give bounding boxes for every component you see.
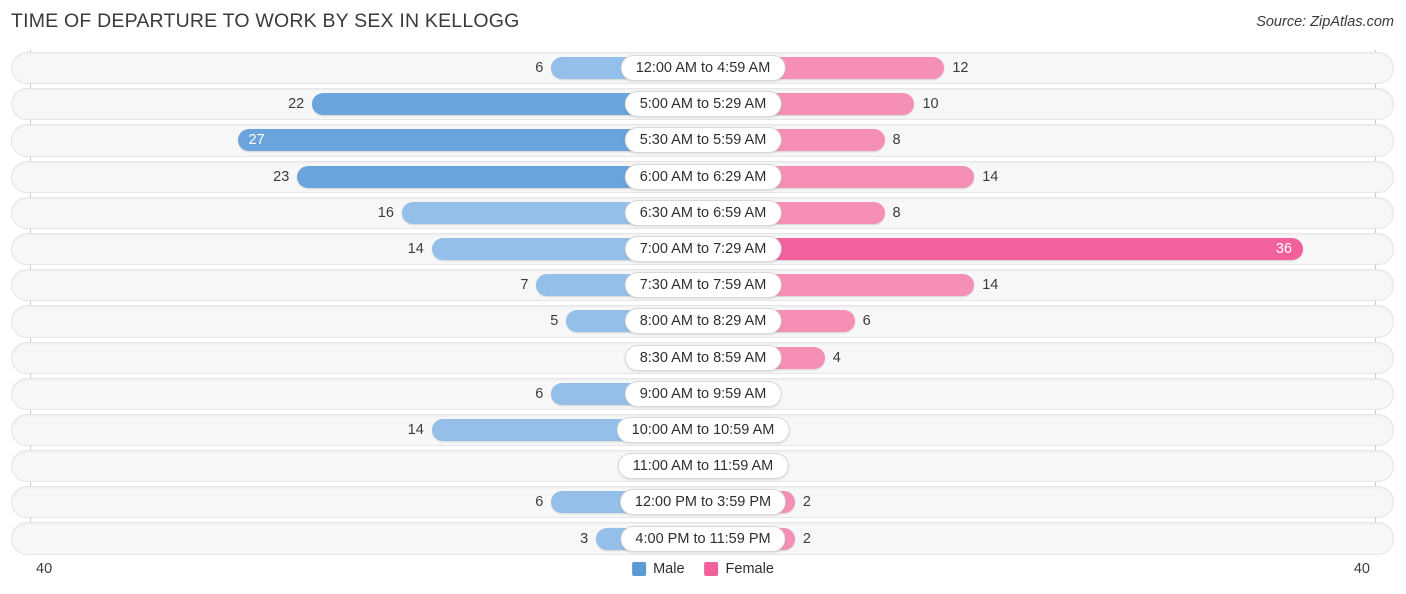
male-bar-wrap: 14	[0, 412, 703, 448]
chart-row[interactable]: 7 14 7:30 AM to 7:59 AM	[0, 267, 1406, 303]
female-value-label: 10	[922, 96, 939, 113]
male-value-label: 6	[535, 385, 544, 402]
male-value-label: 7	[520, 277, 529, 294]
chart-row[interactable]: 16 8 6:30 AM to 6:59 AM	[0, 195, 1406, 231]
category-label: 6:30 AM to 6:59 AM	[624, 199, 782, 226]
male-bar-wrap: 27	[0, 122, 703, 158]
chart-row[interactable]: 14 010:00 AM to 10:59 AM	[0, 412, 1406, 448]
category-label: 6:00 AM to 6:29 AM	[624, 163, 782, 190]
chart-row[interactable]: 14 36 7:00 AM to 7:29 AM	[0, 231, 1406, 267]
male-value-label: 3	[580, 530, 589, 547]
female-value-label: 4	[832, 349, 841, 366]
chart-row[interactable]: 23 14 6:00 AM to 6:29 AM	[0, 159, 1406, 195]
female-bar-wrap: 10	[703, 86, 1406, 122]
category-label: 8:30 AM to 8:59 AM	[624, 344, 782, 371]
male-value-label: 22	[288, 96, 305, 113]
category-label: 11:00 AM to 11:59 AM	[617, 453, 789, 480]
category-label: 9:00 AM to 9:59 AM	[624, 380, 782, 407]
chart-legend: Male Female	[632, 561, 774, 577]
male-value-label: 6	[535, 494, 544, 511]
chart-page: TIME OF DEPARTURE TO WORK BY SEX IN KELL…	[0, 0, 1406, 594]
female-value-label: 36	[1275, 241, 1292, 258]
female-bar-wrap: 0	[703, 376, 1406, 412]
male-bar-wrap: 14	[0, 231, 703, 267]
chart-rows: 6 12 12:00 AM to 4:59 AM 22 10 5:00 AM to 5:2…	[0, 50, 1406, 557]
chart-row[interactable]: 5 6 8:00 AM to 8:29 AM	[0, 303, 1406, 339]
male-value-label: 14	[407, 421, 424, 438]
male-value-label: 6	[535, 60, 544, 77]
female-value-label: 2	[802, 494, 811, 511]
chart-row[interactable]: 6 2 12:00 PM to 3:59 PM	[0, 484, 1406, 520]
female-value-label: 12	[952, 60, 969, 77]
chart-row[interactable]: 0011:00 AM to 11:59 AM	[0, 448, 1406, 484]
female-bar-wrap: 0	[703, 448, 1406, 484]
female-bar-wrap: 12	[703, 50, 1406, 86]
chart-header: TIME OF DEPARTURE TO WORK BY SEX IN KELL…	[0, 0, 1406, 42]
female-value-label: 2	[802, 530, 811, 547]
legend-item-male[interactable]: Male	[632, 561, 685, 577]
male-bar-wrap: 3	[0, 520, 703, 556]
female-value-label: 14	[982, 277, 999, 294]
female-bar-wrap: 14	[703, 159, 1406, 195]
category-label: 7:30 AM to 7:59 AM	[624, 272, 782, 299]
category-label: 12:00 AM to 4:59 AM	[620, 55, 786, 82]
male-bar-wrap: 7	[0, 267, 703, 303]
legend-swatch-female-icon	[704, 562, 719, 576]
male-value-label: 16	[377, 204, 394, 221]
chart-row[interactable]: 0 4 8:30 AM to 8:59 AM	[0, 340, 1406, 376]
female-bar-wrap: 36	[703, 231, 1406, 267]
category-label: 12:00 PM to 3:59 PM	[619, 489, 787, 516]
male-bar-wrap: 22	[0, 86, 703, 122]
male-value-label: 5	[550, 313, 559, 330]
female-bar[interactable]: 36	[703, 238, 1303, 261]
male-value-label: 23	[273, 168, 290, 185]
category-label: 4:00 PM to 11:59 PM	[620, 525, 786, 552]
female-bar-wrap: 6	[703, 303, 1406, 339]
male-bar-wrap: 0	[0, 448, 703, 484]
male-bar-wrap: 6	[0, 50, 703, 86]
female-value-label: 6	[862, 313, 871, 330]
male-value-label: 14	[407, 241, 424, 258]
legend-item-female[interactable]: Female	[704, 561, 774, 577]
female-bar-wrap: 2	[703, 520, 1406, 556]
male-value-label: 27	[248, 132, 265, 149]
category-label: 10:00 AM to 10:59 AM	[616, 416, 790, 443]
male-bar-wrap: 6	[0, 484, 703, 520]
male-bar-wrap: 16	[0, 195, 703, 231]
female-bar-wrap: 8	[703, 195, 1406, 231]
chart-row[interactable]: 6 09:00 AM to 9:59 AM	[0, 376, 1406, 412]
chart-footer: 40 Male Female 40	[0, 555, 1406, 594]
male-bar-wrap: 5	[0, 303, 703, 339]
page-title: TIME OF DEPARTURE TO WORK BY SEX IN KELL…	[11, 10, 520, 32]
chart-row[interactable]: 27 8 5:30 AM to 5:59 AM	[0, 122, 1406, 158]
female-bar-wrap: 0	[703, 412, 1406, 448]
chart-row[interactable]: 22 10 5:00 AM to 5:29 AM	[0, 86, 1406, 122]
male-bar-wrap: 6	[0, 376, 703, 412]
chart-plot-area: 6 12 12:00 AM to 4:59 AM 22 10 5:00 AM to 5:2…	[0, 50, 1406, 555]
female-value-label: 8	[892, 204, 901, 221]
male-bar-wrap: 0	[0, 340, 703, 376]
legend-label-female: Female	[725, 561, 774, 577]
axis-max-right: 40	[1353, 561, 1370, 577]
category-label: 8:00 AM to 8:29 AM	[624, 308, 782, 335]
female-bar-wrap: 4	[703, 340, 1406, 376]
female-bar-wrap: 8	[703, 122, 1406, 158]
category-label: 5:00 AM to 5:29 AM	[624, 91, 782, 118]
male-bar-wrap: 23	[0, 159, 703, 195]
female-bar-wrap: 2	[703, 484, 1406, 520]
chart-row[interactable]: 6 12 12:00 AM to 4:59 AM	[0, 50, 1406, 86]
source-attribution: Source: ZipAtlas.com	[1256, 14, 1394, 30]
category-label: 7:00 AM to 7:29 AM	[624, 236, 782, 263]
legend-label-male: Male	[653, 561, 685, 577]
chart-row[interactable]: 3 2 4:00 PM to 11:59 PM	[0, 520, 1406, 556]
axis-max-left: 40	[36, 561, 53, 577]
female-value-label: 14	[982, 168, 999, 185]
female-value-label: 8	[892, 132, 901, 149]
female-bar-wrap: 14	[703, 267, 1406, 303]
legend-swatch-male-icon	[632, 562, 647, 576]
category-label: 5:30 AM to 5:59 AM	[624, 127, 782, 154]
